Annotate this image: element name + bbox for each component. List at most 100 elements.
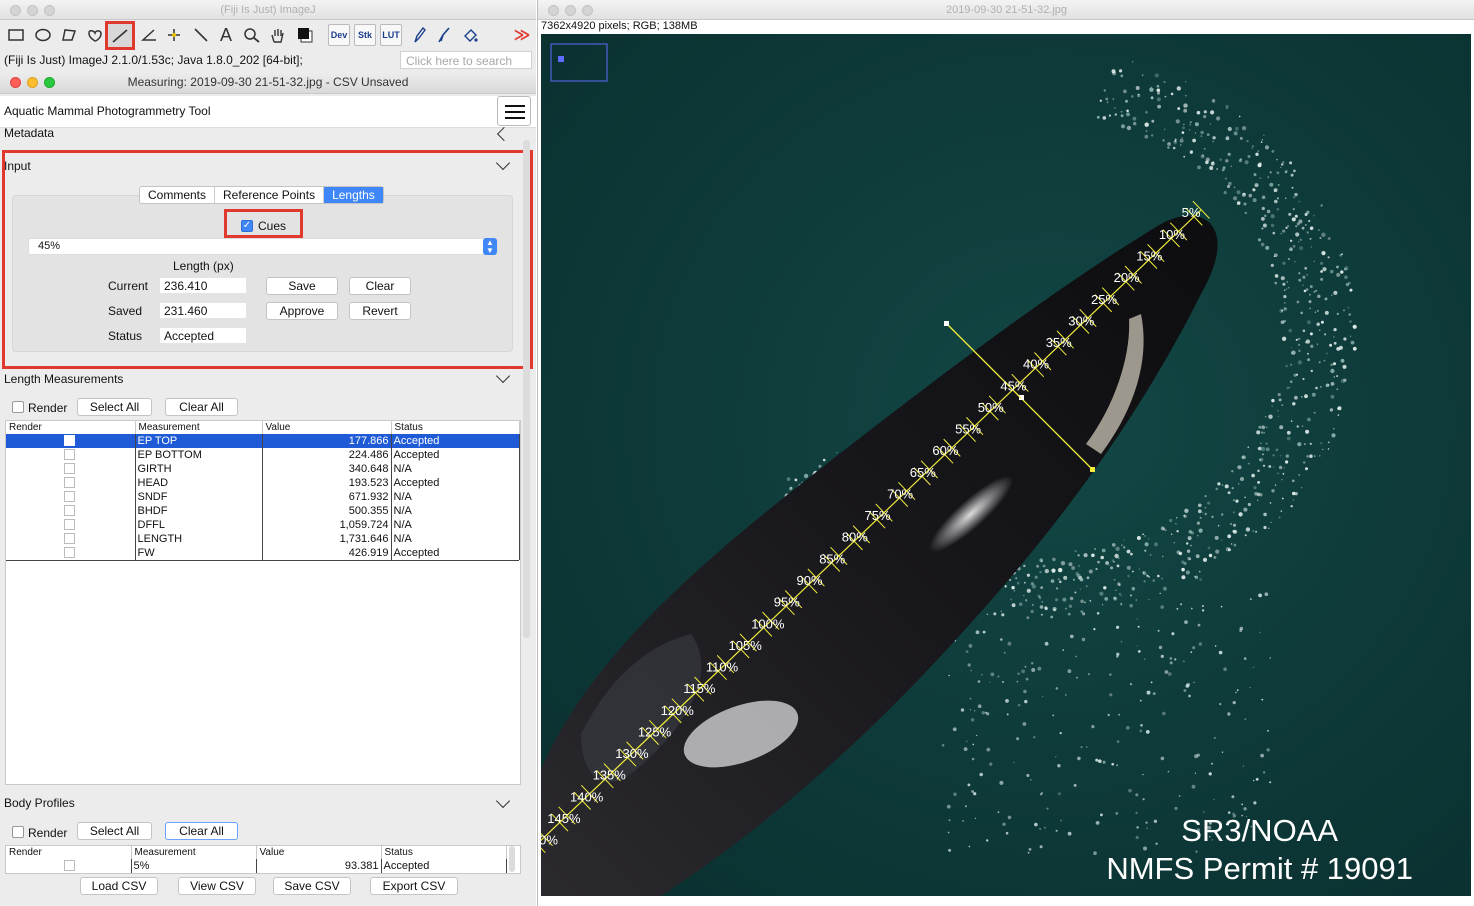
pencil-icon[interactable] — [407, 23, 431, 47]
render-cell[interactable] — [6, 504, 136, 518]
magnifier-icon[interactable] — [240, 23, 264, 47]
search-input[interactable]: Click here to search — [400, 51, 532, 69]
view-csv-button[interactable]: View CSV — [178, 877, 256, 895]
clear-all-button[interactable]: Clear All — [165, 822, 238, 840]
point-icon[interactable] — [162, 23, 186, 47]
render-cell[interactable] — [6, 490, 136, 504]
flood-fill-icon[interactable] — [458, 23, 482, 47]
render-row-checkbox[interactable] — [64, 477, 75, 489]
render-cell[interactable] — [6, 518, 136, 532]
width-endpoint-handle[interactable] — [1090, 467, 1095, 472]
render-cell[interactable] — [6, 546, 136, 560]
zoom-icon[interactable] — [44, 77, 55, 88]
chevron-left-icon[interactable] — [497, 129, 511, 143]
table-row[interactable]: EP TOP 177.866 Accepted — [6, 434, 520, 448]
spray-droplet — [1173, 542, 1175, 544]
text-icon[interactable]: A — [214, 23, 238, 47]
export-csv-button[interactable]: Export CSV — [370, 877, 458, 895]
table-row[interactable]: HEAD 193.523 Accepted — [6, 476, 520, 490]
profiles-scrollbar[interactable] — [509, 846, 515, 872]
body-profiles-header[interactable]: Body Profiles — [4, 796, 75, 810]
render-row-checkbox[interactable] — [64, 519, 75, 531]
oval-icon[interactable] — [31, 23, 55, 47]
render-cell[interactable] — [6, 532, 136, 546]
table-row[interactable]: DFFL 1,059.724 N/A — [6, 518, 520, 532]
spray-droplet — [1199, 578, 1202, 581]
render-cell[interactable] — [6, 476, 136, 490]
color-picker-icon[interactable] — [293, 23, 317, 47]
column-header[interactable]: Measurement — [131, 846, 257, 859]
minimize-icon[interactable] — [565, 5, 576, 16]
column-header[interactable]: Measurement — [135, 421, 263, 434]
table-row[interactable]: GIRTH 340.648 N/A — [6, 462, 520, 476]
minimize-icon[interactable] — [27, 5, 38, 16]
stk-button[interactable]: Stk — [354, 24, 376, 46]
close-icon[interactable] — [548, 5, 559, 16]
zoom-icon[interactable] — [44, 5, 55, 16]
spray-droplet — [1052, 714, 1055, 717]
table-row[interactable]: FW 426.919 Accepted — [6, 546, 520, 560]
spray-droplet — [1174, 138, 1177, 141]
spray-droplet — [1240, 513, 1243, 516]
column-header[interactable]: Value — [262, 421, 392, 434]
render-row-checkbox[interactable] — [64, 463, 75, 475]
render-row-checkbox[interactable] — [64, 547, 75, 559]
rectangle-icon[interactable] — [4, 23, 28, 47]
select-all-button[interactable]: Select All — [77, 822, 152, 840]
render-checkbox[interactable] — [12, 401, 24, 413]
column-header[interactable]: Render — [6, 846, 132, 859]
render-row-checkbox[interactable] — [64, 449, 75, 461]
spray-droplet — [1204, 495, 1207, 498]
cue-label: 15% — [1136, 249, 1162, 264]
render-row-checkbox[interactable] — [64, 435, 75, 447]
column-header[interactable]: Render — [6, 421, 136, 434]
render-checkbox[interactable] — [12, 826, 24, 838]
column-header[interactable]: Status — [391, 421, 520, 434]
zoom-icon[interactable] — [582, 5, 593, 16]
line-icon[interactable] — [105, 21, 135, 50]
metadata-header[interactable]: Metadata — [4, 127, 54, 139]
table-row[interactable]: EP BOTTOM 224.486 Accepted — [6, 448, 520, 462]
lut-button[interactable]: LUT — [380, 24, 402, 46]
table-row[interactable]: LENGTH 1,731.646 N/A — [6, 532, 520, 546]
chevron-down-icon[interactable] — [496, 796, 510, 810]
select-all-button[interactable]: Select All — [77, 398, 152, 416]
render-row-checkbox[interactable] — [64, 491, 75, 503]
minimize-icon[interactable] — [27, 77, 38, 88]
save-csv-button[interactable]: Save CSV — [273, 877, 351, 895]
load-csv-button[interactable]: Load CSV — [80, 877, 158, 895]
image-canvas[interactable]: 5% 10% 15% 20% 25% 30% 35% 40% 45% 50% 55% 60% 65% 70… — [541, 34, 1471, 896]
column-header[interactable]: Value — [256, 846, 382, 859]
render-cell[interactable] — [6, 462, 136, 476]
column-header[interactable]: Status — [381, 846, 507, 859]
close-icon[interactable] — [10, 5, 21, 16]
render-cell[interactable] — [6, 859, 132, 873]
more-tools-icon[interactable]: ≫ — [510, 23, 534, 47]
render-row-checkbox[interactable] — [64, 860, 75, 872]
polygon-icon[interactable] — [57, 23, 81, 47]
status-cell: N/A — [391, 532, 520, 546]
width-endpoint-handle[interactable] — [944, 321, 949, 326]
whale-photo[interactable]: 5% 10% 15% 20% 25% 30% 35% 40% 45% 50% 55% 60% 65% 70… — [541, 34, 1471, 896]
hand-icon[interactable] — [266, 23, 290, 47]
wand-icon[interactable] — [189, 23, 213, 47]
table-row[interactable]: SNDF 671.932 N/A — [6, 490, 520, 504]
close-icon[interactable] — [10, 77, 21, 88]
freehand-icon[interactable] — [83, 23, 107, 47]
spray-droplet — [948, 848, 952, 852]
dev-button[interactable]: Dev — [328, 24, 350, 46]
length-measurements-header[interactable]: Length Measurements — [4, 372, 123, 386]
render-row-checkbox[interactable] — [64, 505, 75, 517]
brush-icon[interactable] — [432, 23, 456, 47]
spray-droplet — [1137, 93, 1140, 96]
panel-scrollbar[interactable] — [523, 140, 530, 638]
angle-icon[interactable] — [137, 23, 161, 47]
render-cell[interactable] — [6, 448, 136, 462]
table-row[interactable]: BHDF 500.355 N/A — [6, 504, 520, 518]
menu-icon[interactable] — [497, 96, 531, 126]
table-row[interactable]: 5% 93.381 Accepted — [6, 859, 507, 873]
chevron-down-icon[interactable] — [496, 371, 510, 385]
render-row-checkbox[interactable] — [64, 533, 75, 545]
render-cell[interactable] — [6, 434, 136, 448]
clear-all-button[interactable]: Clear All — [165, 398, 238, 416]
